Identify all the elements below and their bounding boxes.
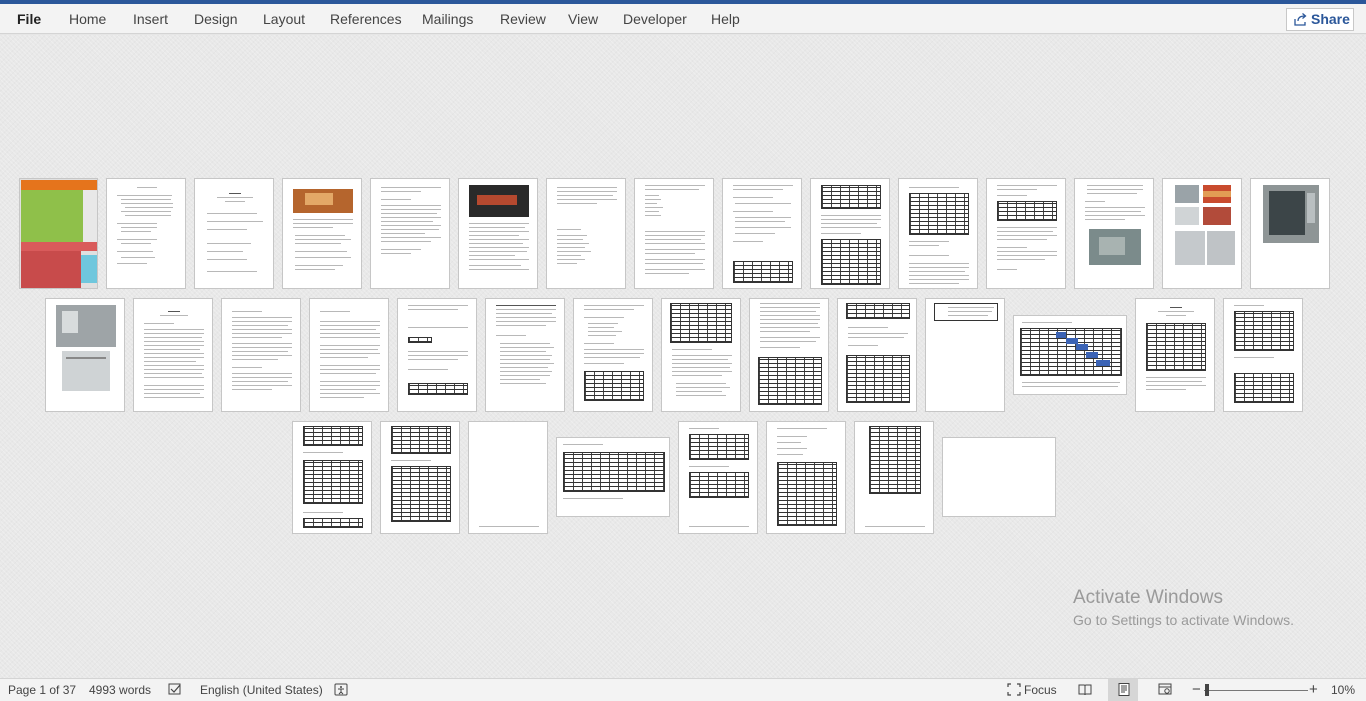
document-page[interactable] bbox=[1074, 178, 1154, 289]
document-page[interactable] bbox=[573, 298, 653, 412]
document-page[interactable] bbox=[397, 298, 477, 412]
share-icon bbox=[1294, 13, 1307, 26]
document-page[interactable] bbox=[194, 178, 274, 289]
document-page[interactable] bbox=[19, 178, 98, 289]
tab-help[interactable]: Help bbox=[711, 11, 740, 27]
document-page[interactable] bbox=[133, 298, 213, 412]
tab-home[interactable]: Home bbox=[69, 11, 106, 27]
document-page[interactable] bbox=[986, 178, 1066, 289]
document-page[interactable] bbox=[309, 298, 389, 412]
tab-layout[interactable]: Layout bbox=[263, 11, 305, 27]
print-layout-icon bbox=[1118, 683, 1130, 696]
accessibility-icon[interactable] bbox=[334, 683, 348, 696]
web-layout-button[interactable] bbox=[1150, 679, 1180, 701]
web-layout-icon bbox=[1158, 683, 1172, 695]
document-page[interactable] bbox=[1223, 298, 1303, 412]
document-page[interactable] bbox=[468, 421, 548, 534]
zoom-level[interactable]: 10% bbox=[1331, 683, 1355, 697]
share-label: Share bbox=[1311, 11, 1350, 27]
document-page[interactable] bbox=[45, 298, 125, 412]
document-page[interactable] bbox=[661, 298, 741, 412]
tab-design[interactable]: Design bbox=[194, 11, 238, 27]
print-layout-button[interactable] bbox=[1108, 679, 1138, 701]
ribbon-tabs: File Home Insert Design Layout Reference… bbox=[0, 4, 1366, 34]
document-page[interactable] bbox=[458, 178, 538, 289]
language-status[interactable]: English (United States) bbox=[200, 683, 323, 697]
document-page[interactable] bbox=[898, 178, 978, 289]
document-page[interactable] bbox=[678, 421, 758, 534]
document-canvas[interactable] bbox=[0, 35, 1366, 678]
status-bar: Page 1 of 37 4993 words English (United … bbox=[0, 678, 1366, 701]
document-page[interactable] bbox=[1135, 298, 1215, 412]
document-page[interactable] bbox=[722, 178, 802, 289]
document-page[interactable] bbox=[485, 298, 565, 412]
activate-windows-watermark: Activate Windows Go to Settings to activ… bbox=[1073, 587, 1294, 628]
focus-label: Focus bbox=[1024, 683, 1057, 697]
tab-file[interactable]: File bbox=[17, 11, 41, 27]
document-page[interactable] bbox=[1162, 178, 1242, 289]
page-count-status[interactable]: Page 1 of 37 bbox=[8, 683, 76, 697]
read-mode-icon bbox=[1078, 684, 1092, 696]
watermark-subtitle: Go to Settings to activate Windows. bbox=[1073, 612, 1294, 628]
document-page[interactable] bbox=[282, 178, 362, 289]
document-page[interactable] bbox=[370, 178, 450, 289]
document-page[interactable] bbox=[925, 298, 1005, 412]
proofing-icon[interactable] bbox=[168, 683, 182, 696]
word-count-status[interactable]: 4993 words bbox=[89, 683, 151, 697]
document-page[interactable] bbox=[106, 178, 186, 289]
tab-developer[interactable]: Developer bbox=[623, 11, 687, 27]
tab-review[interactable]: Review bbox=[500, 11, 546, 27]
tab-references[interactable]: References bbox=[330, 11, 402, 27]
share-button[interactable]: Share bbox=[1286, 8, 1354, 31]
document-page[interactable] bbox=[556, 437, 670, 517]
zoom-in-button[interactable]: + bbox=[1309, 681, 1318, 698]
document-page[interactable] bbox=[634, 178, 714, 289]
document-page[interactable] bbox=[1250, 178, 1330, 289]
document-page[interactable] bbox=[546, 178, 626, 289]
zoom-slider[interactable] bbox=[1204, 690, 1308, 691]
document-page[interactable] bbox=[837, 298, 917, 412]
tab-view[interactable]: View bbox=[568, 11, 598, 27]
document-page[interactable] bbox=[1013, 315, 1127, 395]
tab-mailings[interactable]: Mailings bbox=[422, 11, 473, 27]
document-page[interactable] bbox=[942, 437, 1056, 517]
zoom-slider-thumb[interactable] bbox=[1205, 684, 1209, 696]
document-page[interactable] bbox=[749, 298, 829, 412]
document-page[interactable] bbox=[854, 421, 934, 534]
document-page[interactable] bbox=[292, 421, 372, 534]
document-page[interactable] bbox=[810, 178, 890, 289]
document-page[interactable] bbox=[766, 421, 846, 534]
watermark-title: Activate Windows bbox=[1073, 587, 1223, 608]
focus-icon bbox=[1007, 683, 1021, 696]
document-page[interactable] bbox=[380, 421, 460, 534]
zoom-out-button[interactable]: − bbox=[1192, 681, 1201, 698]
read-mode-button[interactable] bbox=[1070, 679, 1100, 701]
tab-insert[interactable]: Insert bbox=[133, 11, 168, 27]
document-page[interactable] bbox=[221, 298, 301, 412]
